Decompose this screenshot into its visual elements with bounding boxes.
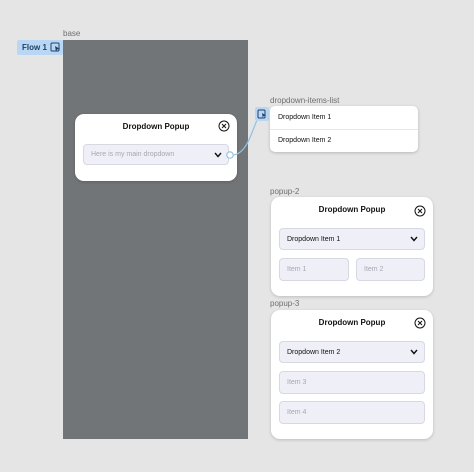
item-2-placeholder: Item 2 bbox=[364, 266, 384, 273]
dropdown-items-list: Dropdown Item 1 Dropdown Item 2 bbox=[270, 106, 418, 152]
base-frame[interactable] bbox=[63, 40, 248, 439]
main-dropdown[interactable]: Here is my main dropdown bbox=[83, 144, 229, 165]
list-item[interactable]: Dropdown Item 1 bbox=[278, 114, 331, 121]
close-icon[interactable] bbox=[414, 317, 426, 329]
link-icon-glyph bbox=[257, 109, 266, 119]
flow-badge[interactable]: Flow 1 bbox=[17, 40, 63, 55]
list-divider bbox=[270, 129, 418, 130]
popup-3: Dropdown Popup Dropdown Item 2 Item 3 It… bbox=[271, 310, 433, 439]
popup-2: Dropdown Popup Dropdown Item 1 Item 1 It… bbox=[271, 197, 433, 296]
play-flow-icon bbox=[50, 42, 60, 52]
popup-2-dropdown[interactable]: Dropdown Item 1 bbox=[279, 228, 425, 250]
frame-label-dropdown-items-list: dropdown-items-list bbox=[270, 96, 340, 105]
popup-3-dropdown-value: Dropdown Item 2 bbox=[287, 348, 341, 356]
popup-3-dropdown[interactable]: Dropdown Item 2 bbox=[279, 341, 425, 363]
main-dropdown-placeholder: Here is my main dropdown bbox=[91, 151, 175, 158]
chevron-down-icon bbox=[410, 349, 418, 355]
chevron-down-icon bbox=[410, 236, 418, 242]
item-1-placeholder: Item 1 bbox=[287, 266, 307, 273]
flow-label: Flow 1 bbox=[22, 43, 47, 52]
chevron-down-icon bbox=[214, 152, 222, 158]
item-1-field[interactable]: Item 1 bbox=[279, 258, 349, 281]
close-icon[interactable] bbox=[218, 120, 230, 132]
item-3-placeholder: Item 3 bbox=[287, 379, 307, 386]
popup-title: Dropdown Popup bbox=[318, 318, 386, 327]
popup-title: Dropdown Popup bbox=[122, 122, 190, 131]
frame-label-base: base bbox=[63, 29, 81, 38]
close-icon[interactable] bbox=[414, 205, 426, 217]
item-4-field[interactable]: Item 4 bbox=[279, 401, 425, 424]
list-item[interactable]: Dropdown Item 2 bbox=[278, 137, 331, 144]
main-dropdown-popup: Dropdown Popup Here is my main dropdown bbox=[75, 114, 237, 181]
item-4-placeholder: Item 4 bbox=[287, 409, 307, 416]
popup-title: Dropdown Popup bbox=[318, 205, 386, 214]
frame-label-popup-2: popup-2 bbox=[270, 187, 300, 196]
link-icon[interactable] bbox=[255, 107, 269, 121]
item-3-field[interactable]: Item 3 bbox=[279, 371, 425, 394]
item-2-field[interactable]: Item 2 bbox=[356, 258, 425, 281]
frame-label-popup-3: popup-3 bbox=[270, 299, 300, 308]
popup-2-dropdown-value: Dropdown Item 1 bbox=[287, 235, 341, 243]
